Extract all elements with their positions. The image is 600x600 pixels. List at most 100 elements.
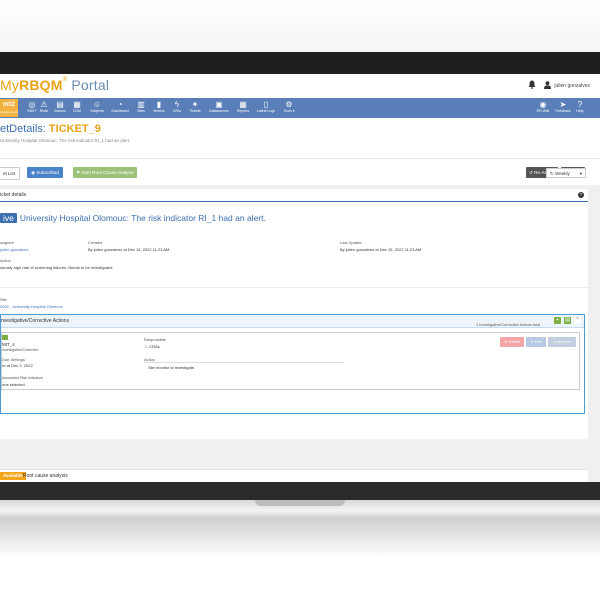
- responsible-label: Responsible: [144, 337, 167, 342]
- collapse-icon[interactable]: ⌃: [574, 317, 581, 324]
- created-label: Created: [88, 240, 103, 245]
- rca-title[interactable]: Root cause analysis: [23, 473, 68, 479]
- nav-help[interactable]: ? Help: [568, 100, 592, 117]
- logo-portal: Portal: [71, 77, 110, 93]
- created-value: By julien gonzalvez at Dec 15, 2022 11:2…: [88, 247, 170, 252]
- status-badge: ive: [0, 213, 17, 223]
- nav-label: Tickets: [189, 109, 201, 113]
- help-icon[interactable]: ?: [578, 192, 584, 198]
- nav-label: Reports: [236, 109, 250, 113]
- app-screen: MyRBQM® Portal julien gonzalvez m02 chan…: [0, 74, 600, 482]
- subscribed-label: Subscribed: [36, 170, 59, 175]
- responsible-text: CRAs: [149, 344, 160, 349]
- user-icon: [544, 80, 552, 91]
- background: [0, 0, 600, 60]
- edit-button[interactable]: ✎ Edit: [526, 337, 546, 347]
- description-value: usually high rate of screening failures.…: [0, 265, 114, 270]
- ticket-id: TICKET_9: [48, 123, 101, 135]
- responsible-value: ☺ CRAs: [144, 344, 160, 349]
- nav-label: Subjects: [90, 109, 104, 113]
- subscribed-button[interactable]: ◉ Subscribed: [27, 167, 63, 178]
- action-bar: et List ◉ Subscribed ⚑ Start Root Cause …: [0, 159, 600, 185]
- nav-label: Latest Logs: [256, 109, 276, 113]
- edit-label: Edit: [534, 339, 542, 344]
- nav-reports[interactable]: ▦ Reports: [231, 100, 255, 117]
- help-icon: ?: [577, 100, 583, 109]
- rca-status-badge: Available: [0, 472, 26, 480]
- site-label: Site: [0, 297, 7, 302]
- rca-panel: Available Root cause analysis: [0, 469, 588, 482]
- divider: [144, 362, 344, 363]
- investigative-actions-total: 1 Investigative/Corrective Actions total: [476, 323, 541, 327]
- app-logo[interactable]: MyRBQM® Portal: [0, 77, 109, 93]
- nav-subjects[interactable]: ☺ Subjects: [85, 100, 109, 117]
- action-status-tag: [2, 335, 8, 340]
- page-title: etDetails: TICKET_9: [0, 123, 101, 135]
- updated-label: Last Update: [340, 240, 362, 245]
- logo-rbqm: RBQM: [19, 77, 63, 93]
- investigative-actions-panel: nvestigative/Corrective Actions 1 Invest…: [0, 314, 585, 414]
- investigative-actions-title: nvestigative/Corrective Actions: [1, 318, 70, 324]
- delete-label: Delete: [508, 339, 521, 344]
- study-switcher[interactable]: m02 change study: [0, 99, 18, 117]
- start-rca-label: Start Root Cause Analysis: [81, 170, 134, 175]
- user-name: julien gonzalvez: [554, 82, 590, 89]
- updated-value: By julien gonzalvez at Dec 15, 2022 11:2…: [340, 247, 422, 252]
- divider: [0, 287, 588, 288]
- due-value: re at Dec 2, 2022: [2, 363, 33, 368]
- frequency-select[interactable]: ↻ Weekly ▾: [546, 168, 586, 178]
- brand-bar: MyRBQM® Portal julien gonzalvez: [0, 74, 600, 98]
- bell-icon[interactable]: [528, 80, 536, 91]
- export-icon[interactable]: ▤: [564, 317, 571, 324]
- ticket-list-button[interactable]: et List: [0, 167, 20, 180]
- nav-label: Datasources: [209, 109, 229, 113]
- study-sub-label: change study: [0, 110, 18, 114]
- investigative-actions-header: nvestigative/Corrective Actions 1 Invest…: [1, 315, 584, 328]
- due-label: Due Settings: [2, 357, 25, 362]
- indicators-label: Associated Risk Indicators: [2, 376, 44, 380]
- disk-icon: ▣: [215, 100, 223, 109]
- action-value: Site monitor to investigate.: [148, 365, 196, 370]
- users-icon: ☺: [92, 100, 102, 109]
- laptop-bezel: [0, 52, 600, 74]
- alert-title-text: University Hospital Olomouc: The risk in…: [19, 213, 266, 223]
- nav-latest-logs[interactable]: ▯ Latest Logs: [254, 100, 278, 117]
- page-title-prefix: etDetails:: [0, 123, 49, 135]
- ticket-details-title: icket details: [0, 192, 27, 198]
- user-menu[interactable]: julien gonzalvez: [544, 80, 590, 91]
- action-type: Investigative/Corrective: [2, 348, 39, 352]
- nav-label: Tools ▾: [283, 109, 295, 113]
- archive-label: Archive: [557, 339, 571, 344]
- alert-title: ive University Hospital Olomouc: The risk…: [0, 213, 266, 223]
- start-rca-button[interactable]: ⚑ Start Root Cause Analysis: [73, 167, 137, 178]
- cogs-icon: ⚙: [285, 100, 293, 109]
- description-label: ription: [0, 258, 11, 263]
- action-card: MIT_4 Investigative/Corrective Due Setti…: [1, 332, 580, 390]
- nav-datasources[interactable]: ▣ Datasources: [207, 100, 231, 117]
- archive-button[interactable]: ▭ Archive: [548, 337, 576, 347]
- nav-label: Help: [576, 109, 584, 113]
- page-header: etDetails: TICKET_9 University Hospital …: [0, 118, 600, 159]
- frequency-value: Weekly: [555, 171, 570, 176]
- laptop-shadow: [0, 518, 600, 558]
- ticket-list-label: et List: [2, 171, 15, 176]
- nav-tickets[interactable]: ✦ Tickets: [183, 100, 207, 117]
- nav-tools[interactable]: ⚙ Tools ▾: [277, 100, 301, 117]
- grid-icon: ▦: [239, 100, 247, 109]
- ticket-details-header: icket details ?: [0, 189, 588, 202]
- assignee-value[interactable]: julien gonzalvez: [0, 247, 28, 252]
- laptop-notch: [255, 500, 345, 506]
- study-label: m02: [2, 102, 15, 108]
- chevron-down-icon: ▾: [579, 171, 582, 176]
- add-action-icon[interactable]: +: [554, 317, 561, 324]
- page-subtitle: University Hospital Olomouc: The risk in…: [0, 138, 131, 143]
- delete-button[interactable]: ✕ Delete: [500, 337, 524, 347]
- document-icon: ▯: [263, 100, 269, 109]
- indicators-value: one selected: [2, 382, 25, 387]
- logo-my: My: [0, 77, 20, 93]
- user-area: julien gonzalvez: [528, 80, 590, 91]
- action-id: MIT_4: [2, 342, 15, 347]
- main-navbar: m02 change study ◎ RAVT ⚠ Risks ▤ Actions ▦…: [0, 98, 600, 118]
- assignee-label: ssignee: [0, 240, 14, 245]
- site-link[interactable]: 0002 - University Hospital Olomouc: [0, 304, 63, 309]
